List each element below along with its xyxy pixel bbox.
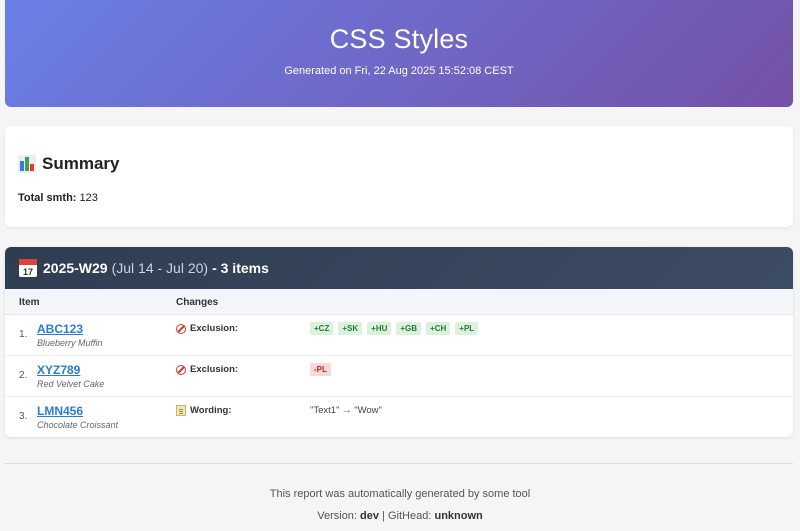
change-type-label: Wording: bbox=[190, 405, 232, 416]
country-badge: +PL bbox=[455, 322, 479, 335]
summary-card: Summary Total smth: 123 bbox=[5, 126, 793, 227]
change-type: Wording: bbox=[176, 405, 232, 416]
week-card: 17 2025-W29 (Jul 14 - Jul 20) - 3 items … bbox=[5, 247, 793, 437]
memo-icon bbox=[176, 405, 186, 416]
footer-separator: | bbox=[382, 510, 385, 522]
githead-label: GitHead: bbox=[388, 510, 432, 522]
row-index: 2. bbox=[19, 370, 28, 381]
calendar-icon: 17 bbox=[19, 259, 37, 277]
footer-divider bbox=[5, 463, 793, 464]
item-description: Blueberry Muffin bbox=[37, 338, 103, 348]
week-header: 17 2025-W29 (Jul 14 - Jul 20) - 3 items bbox=[5, 247, 793, 289]
week-range: (Jul 14 - Jul 20) bbox=[111, 260, 209, 276]
no-entry-icon bbox=[176, 323, 186, 334]
summary-heading: Summary bbox=[18, 154, 119, 174]
change-type-label: Exclusion: bbox=[190, 364, 239, 375]
country-badge: +SK bbox=[338, 322, 363, 335]
country-badges: +CZ +SK +HU +GB +CH +PL bbox=[310, 322, 479, 335]
country-badge: +GB bbox=[396, 322, 422, 335]
country-badges: -PL bbox=[310, 363, 331, 376]
item-description: Red Velvet Cake bbox=[37, 379, 105, 389]
column-changes: Changes bbox=[176, 297, 219, 308]
item-code-link[interactable]: XYZ789 bbox=[37, 363, 80, 377]
week-count: - 3 items bbox=[212, 260, 269, 276]
version-value: dev bbox=[360, 510, 380, 522]
report-header: CSS Styles Generated on Fri, 22 Aug 2025… bbox=[5, 0, 793, 107]
country-badge: +HU bbox=[367, 322, 392, 335]
table-header: Item Changes bbox=[5, 289, 793, 315]
summary-heading-label: Summary bbox=[42, 154, 120, 173]
item-code-link[interactable]: ABC123 bbox=[37, 322, 83, 336]
row-index: 3. bbox=[19, 411, 28, 422]
item-code-link[interactable]: LMN456 bbox=[37, 404, 83, 418]
generated-timestamp: Generated on Fri, 22 Aug 2025 15:52:08 C… bbox=[284, 65, 514, 77]
page-title: CSS Styles bbox=[329, 24, 469, 54]
change-type: Exclusion: bbox=[176, 323, 238, 334]
total-label: Total smth: bbox=[18, 192, 77, 204]
footer-note: This report was automatically generated … bbox=[269, 488, 531, 500]
item-description: Chocolate Croissant bbox=[37, 420, 119, 430]
row-index: 1. bbox=[19, 329, 28, 340]
table-row: 2. XYZ789 Red Velvet Cake Exclusion: -PL bbox=[5, 356, 793, 397]
change-type-label: Exclusion: bbox=[190, 323, 239, 334]
bar-chart-icon bbox=[18, 155, 36, 173]
footer-version: Version: dev | GitHead: unknown bbox=[0, 510, 800, 522]
table-row: 3. LMN456 Chocolate Croissant Wording: "… bbox=[5, 397, 793, 437]
report-page: CSS Styles Generated on Fri, 22 Aug 2025… bbox=[0, 0, 800, 531]
no-entry-icon bbox=[176, 364, 186, 375]
total-value: 123 bbox=[79, 192, 98, 204]
column-item: Item bbox=[19, 297, 40, 308]
country-badge: +CZ bbox=[310, 322, 334, 335]
table-row: 1. ABC123 Blueberry Muffin Exclusion: +C… bbox=[5, 315, 793, 356]
country-badge: -PL bbox=[310, 363, 331, 376]
country-badge: +CH bbox=[426, 322, 451, 335]
change-type: Exclusion: bbox=[176, 364, 238, 375]
wording-change: "Text1" → "Wow" bbox=[310, 405, 382, 416]
summary-total: Total smth: 123 bbox=[18, 192, 98, 204]
githead-value: unknown bbox=[434, 510, 483, 522]
calendar-icon-day: 17 bbox=[22, 267, 33, 277]
version-label: Version: bbox=[317, 510, 357, 522]
week-id: 2025-W29 bbox=[43, 260, 108, 276]
